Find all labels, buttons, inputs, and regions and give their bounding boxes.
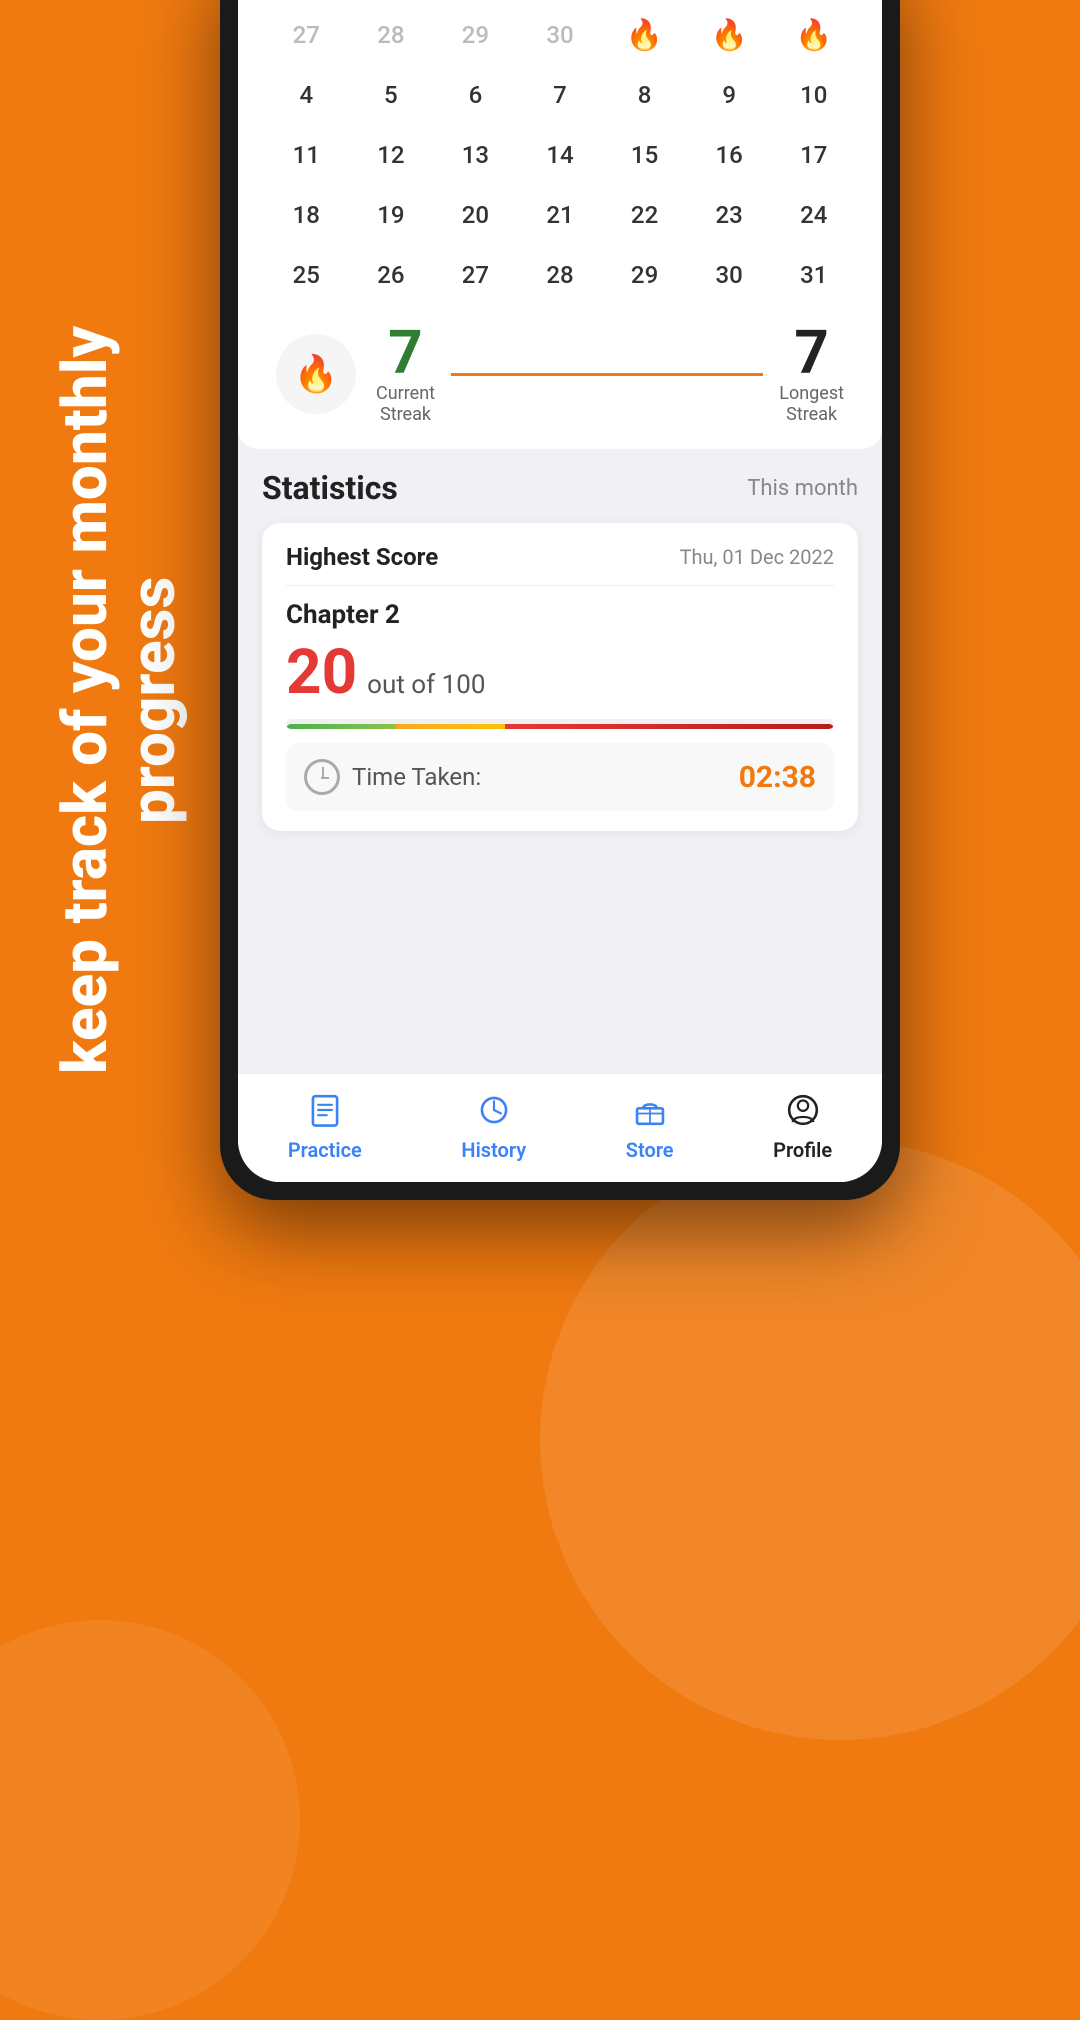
score-out-of: out of 100 xyxy=(367,670,485,700)
cal-cell: 23 xyxy=(689,187,770,243)
phone-frame: Sun Mon Tue Wed Thu Fri Sat 27 28 29 30 … xyxy=(220,0,900,1200)
score-date: Thu, 01 Dec 2022 xyxy=(680,545,834,569)
flame-icon: 🔥 xyxy=(710,18,747,53)
decorative-circle-1 xyxy=(540,1140,1080,1740)
cal-cell: 4 xyxy=(266,67,347,123)
clock-icon xyxy=(304,759,340,795)
cal-cell: 29 xyxy=(604,247,685,303)
cal-cell: 30 xyxy=(689,247,770,303)
cal-cell: 7 xyxy=(520,67,601,123)
stats-card: Highest Score Thu, 01 Dec 2022 Chapter 2… xyxy=(262,523,858,831)
cal-cell: 15 xyxy=(604,127,685,183)
score-bar-svg xyxy=(286,724,834,729)
streak-row: 🔥 7 CurrentStreak 7 LongestStreak xyxy=(266,323,854,425)
stats-title: Statistics xyxy=(262,469,398,507)
cal-cell: 31 xyxy=(773,247,854,303)
history-label: History xyxy=(461,1138,526,1162)
cal-flame-sat: 🔥 xyxy=(773,7,854,63)
chapter-label: Chapter 2 xyxy=(286,600,834,630)
score-value: 20 xyxy=(286,636,357,709)
cal-cell: 17 xyxy=(773,127,854,183)
cal-cell: 24 xyxy=(773,187,854,243)
nav-item-store[interactable]: Store xyxy=(626,1088,674,1162)
cal-cell: 5 xyxy=(351,67,432,123)
flame-icon: 🔥 xyxy=(795,18,832,53)
history-icon xyxy=(472,1088,516,1132)
cal-cell: 19 xyxy=(351,187,432,243)
cal-cell: 28 xyxy=(351,7,432,63)
cal-cell: 12 xyxy=(351,127,432,183)
current-streak-item: 7 CurrentStreak xyxy=(376,323,435,425)
nav-item-profile[interactable]: Profile xyxy=(773,1088,832,1162)
nav-item-practice[interactable]: Practice xyxy=(288,1088,362,1162)
profile-icon xyxy=(781,1088,825,1132)
practice-label: Practice xyxy=(288,1138,362,1162)
side-text: keep track of your monthly progress xyxy=(52,300,188,1100)
stats-header: Statistics This month xyxy=(262,469,858,507)
cal-flame-fri: 🔥 xyxy=(689,7,770,63)
phone-screen: Sun Mon Tue Wed Thu Fri Sat 27 28 29 30 … xyxy=(238,0,882,1182)
side-text-container: keep track of your monthly progress xyxy=(30,300,210,1100)
cal-cell: 28 xyxy=(520,247,601,303)
cal-cell: 29 xyxy=(435,7,516,63)
time-taken-left: Time Taken: xyxy=(304,759,481,795)
cal-cell: 11 xyxy=(266,127,347,183)
highest-score-label: Highest Score xyxy=(286,543,438,571)
time-taken-row: Time Taken: 02:38 xyxy=(286,743,834,811)
cal-cell: 14 xyxy=(520,127,601,183)
decorative-circle-2 xyxy=(0,1620,300,2020)
store-label: Store xyxy=(626,1138,674,1162)
cal-cell: 10 xyxy=(773,67,854,123)
cal-flame-thu: 🔥 xyxy=(604,7,685,63)
score-bar-container xyxy=(286,719,834,729)
current-streak-label: CurrentStreak xyxy=(376,383,435,425)
store-icon xyxy=(628,1088,672,1132)
cal-cell: 6 xyxy=(435,67,516,123)
cal-cell: 20 xyxy=(435,187,516,243)
score-display: 20 out of 100 xyxy=(286,636,834,709)
practice-icon xyxy=(303,1088,347,1132)
time-taken-value: 02:38 xyxy=(739,760,816,795)
nav-item-history[interactable]: History xyxy=(461,1088,526,1162)
cal-cell: 13 xyxy=(435,127,516,183)
longest-streak-label: LongestStreak xyxy=(779,383,844,425)
content-spacer xyxy=(238,843,882,1073)
cal-cell: 27 xyxy=(435,247,516,303)
streak-connector: 7 CurrentStreak 7 LongestStreak xyxy=(376,323,844,425)
cal-cell: 18 xyxy=(266,187,347,243)
calendar-header: Sun Mon Tue Wed Thu Fri Sat xyxy=(266,0,854,7)
time-taken-label: Time Taken: xyxy=(352,763,481,791)
streak-flame-icon: 🔥 xyxy=(294,353,339,395)
cal-cell: 22 xyxy=(604,187,685,243)
cal-cell: 9 xyxy=(689,67,770,123)
statistics-section: Statistics This month Highest Score Thu,… xyxy=(238,449,882,843)
longest-streak-item: 7 LongestStreak xyxy=(779,323,844,425)
calendar-grid: 27 28 29 30 🔥 🔥 🔥 4 5 6 7 8 9 10 11 12 1… xyxy=(266,7,854,303)
cal-cell: 30 xyxy=(520,7,601,63)
cal-cell: 27 xyxy=(266,7,347,63)
profile-label: Profile xyxy=(773,1138,832,1162)
cal-cell: 25 xyxy=(266,247,347,303)
flame-icon: 🔥 xyxy=(626,18,663,53)
stats-card-header: Highest Score Thu, 01 Dec 2022 xyxy=(286,543,834,586)
cal-cell: 26 xyxy=(351,247,432,303)
cal-cell: 16 xyxy=(689,127,770,183)
streak-flame-circle: 🔥 xyxy=(276,334,356,414)
calendar-section: Sun Mon Tue Wed Thu Fri Sat 27 28 29 30 … xyxy=(238,0,882,449)
cal-cell: 8 xyxy=(604,67,685,123)
stats-period: This month xyxy=(747,476,858,501)
longest-streak-value: 7 xyxy=(794,323,828,383)
bottom-navigation: Practice History xyxy=(238,1073,882,1182)
current-streak-value: 7 xyxy=(388,323,422,383)
cal-cell: 21 xyxy=(520,187,601,243)
streak-divider-line xyxy=(451,373,763,376)
